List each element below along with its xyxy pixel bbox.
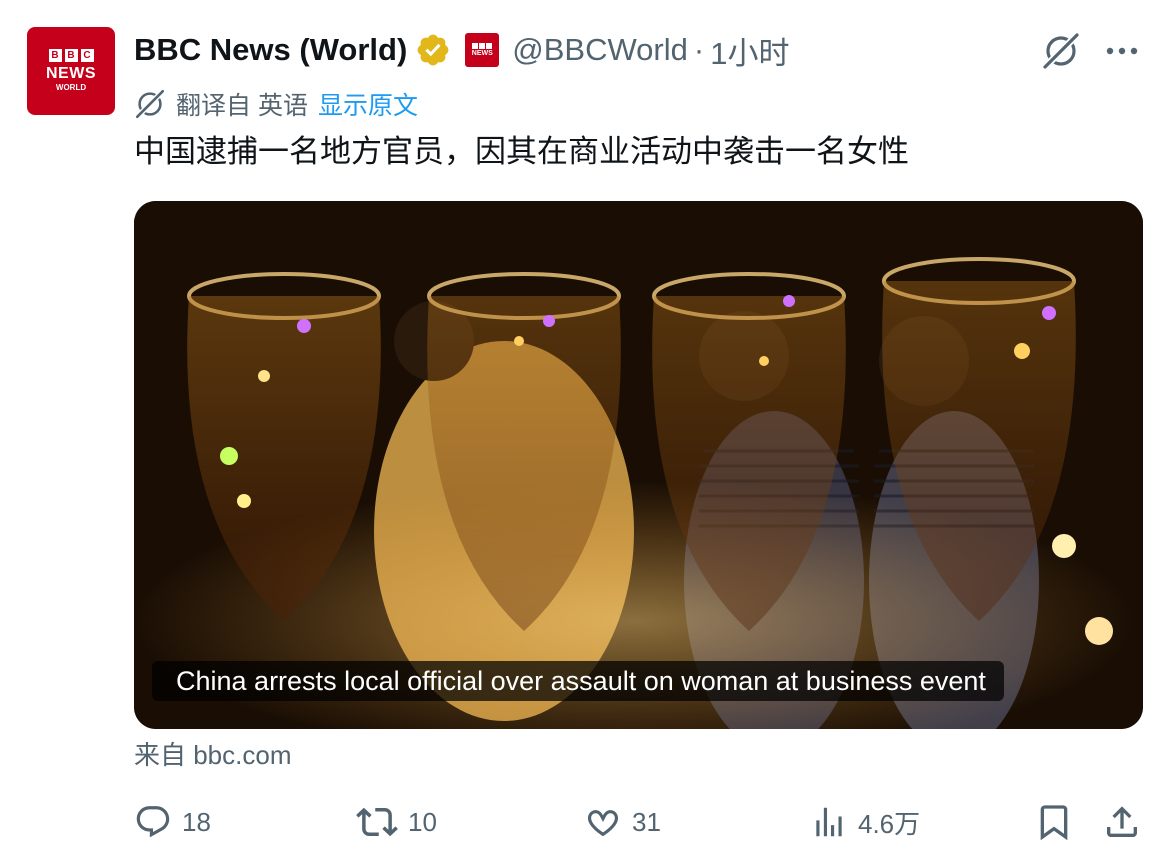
tweet-text: 中国逮捕一名地方官员，因其在商业活动中袭击一名女性: [134, 134, 909, 169]
card-caption: China arrests local official over assaul…: [152, 661, 1004, 701]
views-count: 4.6万: [858, 808, 921, 839]
more-button[interactable]: [1100, 30, 1144, 72]
like-count: 31: [632, 806, 661, 837]
reply-button[interactable]: 18: [134, 800, 211, 844]
avatar-world-text: WORLD: [55, 83, 87, 92]
translation-bar: 翻译自 英语 显示原文: [134, 86, 418, 122]
tweet-time[interactable]: 1小时: [710, 28, 789, 73]
verified-badge-icon[interactable]: [415, 32, 451, 68]
avatar-news-text: NEWS: [46, 65, 96, 82]
grok-icon: [135, 89, 165, 119]
reply-icon: [136, 806, 170, 838]
grok-icon: [1043, 33, 1079, 69]
link-card[interactable]: China arrests local official over assaul…: [134, 201, 1143, 729]
show-original-link[interactable]: 显示原文: [318, 86, 418, 122]
card-source[interactable]: 来自 bbc.com: [134, 737, 292, 773]
like-icon: [587, 810, 619, 837]
more-icon: [1106, 47, 1138, 55]
share-button[interactable]: [1102, 800, 1142, 844]
author-display-name[interactable]: BBC News (World): [134, 32, 407, 68]
bookmark-button[interactable]: [1034, 800, 1074, 844]
bookmark-icon: [1040, 805, 1068, 841]
retweet-count: 10: [408, 806, 437, 837]
retweet-icon: [356, 807, 398, 837]
bbc-logo-letter: B: [64, 49, 78, 62]
author-avatar[interactable]: B B C NEWS WORLD: [27, 27, 115, 115]
reply-count: 18: [182, 806, 211, 837]
bbc-logo-letter: C: [80, 49, 94, 62]
card-image: [134, 201, 1143, 729]
separator-dot: ·: [693, 32, 705, 67]
bbc-logo-letter: B: [48, 49, 62, 62]
translated-from-label: 翻译自 英语: [176, 92, 308, 120]
share-icon: [1107, 806, 1137, 837]
like-button[interactable]: 31: [584, 800, 661, 844]
affiliate-news-text: NEWS: [471, 49, 493, 57]
tweet-header: BBC News (World) NEWS @BBCWorld · 1小时: [134, 28, 789, 72]
affiliate-badge-icon[interactable]: NEWS: [465, 33, 500, 67]
grok-button[interactable]: [1040, 30, 1082, 72]
action-bar: 18 10 31 4.6万: [0, 800, 1171, 844]
views-button[interactable]: 4.6万: [810, 800, 920, 844]
author-handle[interactable]: @BBCWorld: [512, 32, 688, 68]
bbc-logo: B B C: [48, 49, 94, 62]
retweet-button[interactable]: 10: [356, 800, 437, 844]
views-icon: [816, 807, 842, 837]
